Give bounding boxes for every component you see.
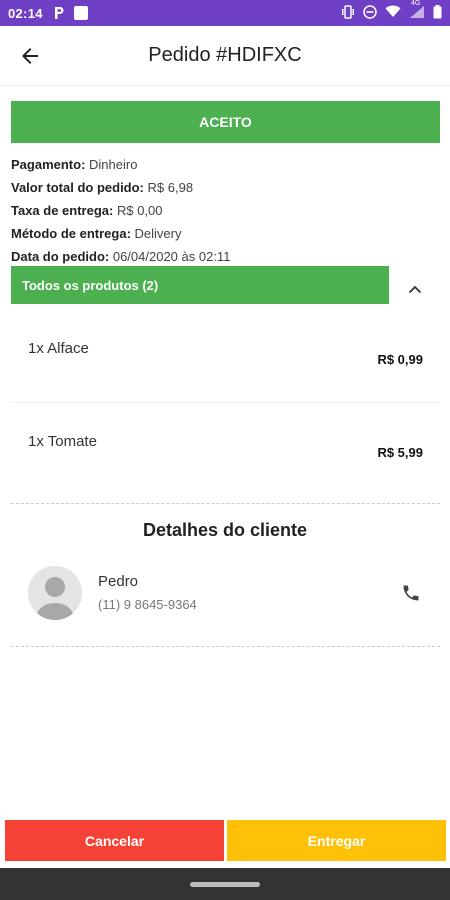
product-item: 1x Tomate R$ 5,99 (11, 407, 440, 499)
product-price: R$ 0,99 (377, 352, 423, 367)
info-value: Dinheiro (89, 157, 138, 172)
home-gesture-handle[interactable] (190, 881, 260, 887)
phone-icon (403, 585, 419, 601)
info-row-delivery-method: Método de entrega: Delivery (11, 222, 230, 245)
avatar-icon (28, 566, 82, 620)
back-button[interactable] (0, 26, 60, 86)
info-label: Data do pedido: (11, 249, 110, 264)
order-status-badge: ACEITO (11, 101, 440, 143)
system-nav-bar (0, 868, 450, 900)
page-title: Pedido #HDIFXC (148, 44, 302, 66)
client-name: Pedro (98, 573, 139, 590)
info-row-total: Valor total do pedido: R$ 6,98 (11, 176, 230, 199)
products-section-header[interactable]: Todos os produtos (2) (11, 266, 389, 304)
info-value: 06/04/2020 às 02:11 (112, 249, 231, 264)
info-row-payment: Pagamento: Dinheiro (11, 153, 230, 176)
status-bar: 02:14 4G (0, 0, 450, 26)
divider (11, 646, 440, 647)
network-type: 4G (411, 0, 421, 7)
info-label: Valor total do pedido: (11, 180, 144, 195)
cancel-button[interactable]: Cancelar (5, 820, 224, 861)
info-value: Delivery (134, 226, 182, 241)
deliver-button[interactable]: Entregar (227, 820, 446, 861)
product-name: 1x Alface (28, 340, 89, 357)
info-label: Pagamento: (11, 157, 86, 172)
info-value: R$ 6,98 (147, 180, 194, 195)
app-bar: Pedido #HDIFXC (0, 26, 450, 86)
client-phone: (11) 9 8645-9364 (98, 597, 197, 612)
info-value: R$ 0,00 (116, 203, 163, 218)
collapse-products-button[interactable] (404, 278, 426, 300)
info-label: Método de entrega: (11, 226, 131, 241)
info-row-delivery-fee: Taxa de entrega: R$ 0,00 (11, 199, 230, 222)
chevron-up-icon (408, 285, 422, 293)
product-item: 1x Alface R$ 0,99 (11, 314, 440, 406)
product-price: R$ 5,99 (377, 445, 423, 460)
order-info: Pagamento: Dinheiro Valor total do pedid… (11, 153, 230, 268)
vibrate-icon (341, 4, 355, 22)
call-client-button[interactable] (398, 580, 424, 606)
action-buttons: Cancelar Entregar (5, 820, 446, 861)
app-p-icon (53, 6, 65, 20)
client-section-title: Detalhes do cliente (142, 520, 308, 540)
divider (11, 503, 440, 504)
info-label: Taxa de entrega: (11, 203, 114, 218)
wifi-icon (385, 5, 401, 21)
signal-icon: 4G (409, 0, 425, 22)
notification-square-icon (73, 5, 89, 21)
divider (11, 402, 440, 403)
product-name: 1x Tomate (28, 433, 97, 450)
info-row-order-date: Data do pedido: 06/04/2020 às 02:11 (11, 245, 230, 268)
status-time: 02:14 (8, 5, 43, 21)
battery-icon (433, 4, 442, 22)
arrow-back-icon (22, 47, 38, 64)
dnd-icon (363, 4, 377, 22)
